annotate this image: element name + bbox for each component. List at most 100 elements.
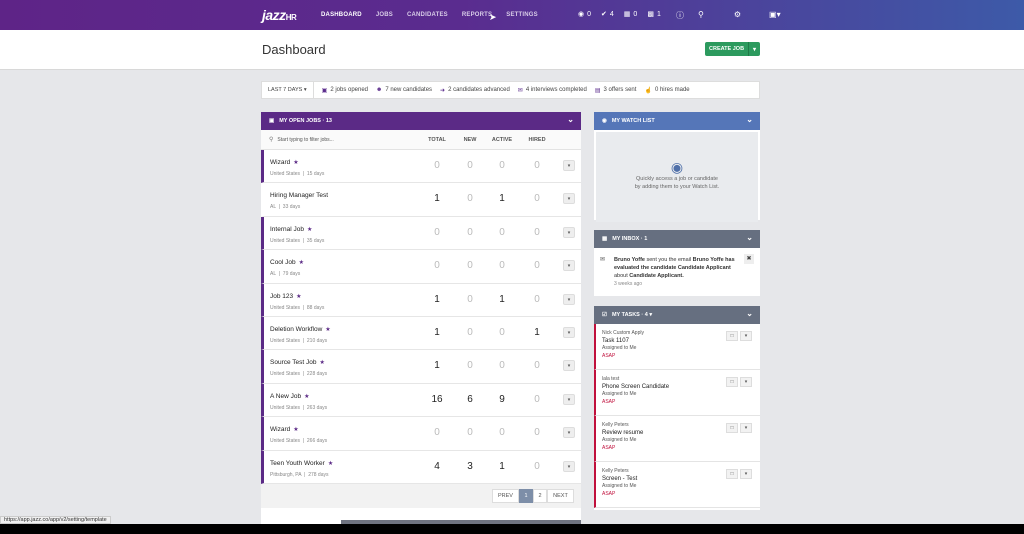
gear-icon[interactable]: ⚙ bbox=[734, 10, 741, 21]
job-count-active[interactable]: 0 bbox=[487, 427, 517, 438]
job-count-new[interactable]: 0 bbox=[455, 160, 485, 171]
job-count-total[interactable]: 0 bbox=[422, 227, 452, 238]
job-count-hired[interactable]: 0 bbox=[522, 360, 552, 371]
tasks-header[interactable]: ☑ MY TASKS · 4 ▾ ⌄ bbox=[594, 306, 760, 324]
job-actions-dropdown[interactable]: ▾ bbox=[563, 326, 575, 338]
job-actions-dropdown[interactable]: ▾ bbox=[563, 460, 575, 472]
checks-counter[interactable]: ✔ 4 bbox=[601, 10, 614, 19]
job-title[interactable]: Teen Youth Worker ★ bbox=[270, 460, 333, 467]
job-count-hired[interactable]: 0 bbox=[522, 160, 552, 171]
task-menu-dropdown[interactable]: ▾ bbox=[740, 377, 752, 387]
job-count-hired[interactable]: 0 bbox=[522, 193, 552, 204]
nav-candidates[interactable]: CANDIDATES bbox=[407, 12, 448, 18]
chevron-down-icon[interactable]: ⌄ bbox=[567, 115, 574, 124]
job-count-new[interactable]: 0 bbox=[455, 427, 485, 438]
job-actions-dropdown[interactable]: ▾ bbox=[563, 360, 575, 372]
page-1-button[interactable]: 1 bbox=[519, 488, 533, 503]
job-count-hired[interactable]: 1 bbox=[522, 327, 552, 338]
job-row[interactable]: Hiring Manager Test AL | 33 days 1 0 1 0 ▾ bbox=[261, 183, 581, 217]
task-menu-dropdown[interactable]: ▾ bbox=[740, 423, 752, 433]
col-hired[interactable]: HIRED bbox=[522, 137, 552, 143]
close-icon[interactable]: ✖ bbox=[744, 254, 754, 264]
job-actions-dropdown[interactable]: ▾ bbox=[563, 393, 575, 405]
task-item[interactable]: Kelly Peters Review resume Assigned to Me A… bbox=[594, 416, 760, 462]
job-row[interactable]: Deletion Workflow ★ United States | 210 da… bbox=[261, 316, 581, 351]
job-count-total[interactable]: 1 bbox=[422, 327, 452, 338]
job-actions-dropdown[interactable]: ▾ bbox=[563, 226, 575, 238]
job-title[interactable]: A New Job ★ bbox=[270, 393, 309, 400]
page-2-button[interactable]: 2 bbox=[533, 488, 547, 503]
job-row[interactable]: A New Job ★ United States | 263 days 16 6 9 0 ▾ bbox=[261, 383, 581, 418]
jazzhr-logo[interactable]: jazzHR bbox=[262, 7, 297, 23]
job-row[interactable]: Internal Job ★ United States | 35 days 0 0 0 0… bbox=[261, 216, 581, 251]
job-row[interactable]: Cool Job ★ AL | 79 days 0 0 0 0 ▾ bbox=[261, 250, 581, 284]
job-count-total[interactable]: 1 bbox=[422, 193, 452, 204]
prev-button[interactable]: PREV bbox=[492, 488, 519, 503]
job-count-total[interactable]: 1 bbox=[422, 294, 452, 305]
task-menu-dropdown[interactable]: ▾ bbox=[740, 469, 752, 479]
job-count-active[interactable]: 0 bbox=[487, 160, 517, 171]
task-menu-dropdown[interactable]: ▾ bbox=[740, 331, 752, 341]
period-dropdown[interactable]: LAST 7 DAYS ▾ bbox=[262, 82, 314, 98]
job-actions-dropdown[interactable]: ▾ bbox=[563, 293, 575, 305]
job-count-new[interactable]: 3 bbox=[455, 461, 485, 472]
job-row[interactable]: Wizard ★ United States | 266 days 0 0 0 0 ▾ bbox=[261, 417, 581, 451]
job-row[interactable]: Job 123 ★ United States | 88 days 1 0 1 0 ▾ bbox=[261, 283, 581, 317]
next-button[interactable]: NEXT bbox=[547, 488, 574, 503]
job-actions-dropdown[interactable]: ▾ bbox=[563, 427, 575, 439]
job-actions-dropdown[interactable]: ▾ bbox=[563, 193, 575, 205]
chevron-down-icon[interactable]: ▾ bbox=[748, 42, 760, 56]
task-complete-checkbox[interactable]: □ bbox=[726, 423, 738, 433]
task-complete-checkbox[interactable]: □ bbox=[726, 377, 738, 387]
job-count-active[interactable]: 1 bbox=[487, 193, 517, 204]
nav-reports[interactable]: REPORTS bbox=[462, 12, 492, 18]
star-icon[interactable]: ★ bbox=[325, 327, 330, 333]
search-icon[interactable]: ⚲ bbox=[698, 10, 704, 21]
job-count-total[interactable]: 0 bbox=[422, 427, 452, 438]
job-count-new[interactable]: 0 bbox=[455, 193, 485, 204]
account-menu-icon[interactable]: ▣▾ bbox=[769, 10, 781, 21]
task-complete-checkbox[interactable]: □ bbox=[726, 469, 738, 479]
col-new[interactable]: NEW bbox=[455, 137, 485, 143]
star-icon[interactable]: ★ bbox=[307, 227, 312, 233]
views-counter[interactable]: ◉ 0 bbox=[578, 10, 591, 19]
watch-list-header[interactable]: ◉ MY WATCH LIST ⌄ bbox=[594, 112, 760, 130]
nav-settings[interactable]: SETTINGS bbox=[506, 12, 538, 18]
star-icon[interactable]: ★ bbox=[293, 160, 298, 166]
chevron-down-icon[interactable]: ⌄ bbox=[746, 115, 753, 124]
job-count-hired[interactable]: 0 bbox=[522, 227, 552, 238]
job-title[interactable]: Internal Job ★ bbox=[270, 226, 312, 233]
nav-jobs[interactable]: JOBS bbox=[376, 12, 393, 18]
star-icon[interactable]: ★ bbox=[293, 427, 298, 433]
star-icon[interactable]: ★ bbox=[299, 260, 304, 266]
job-title[interactable]: Source Test Job ★ bbox=[270, 359, 325, 366]
job-actions-dropdown[interactable]: ▾ bbox=[563, 160, 575, 171]
job-filter-input[interactable]: Start typing to filter jobs... bbox=[277, 137, 333, 143]
job-count-active[interactable]: 0 bbox=[487, 360, 517, 371]
chevron-down-icon[interactable]: ⌄ bbox=[746, 233, 753, 242]
job-count-new[interactable]: 0 bbox=[455, 360, 485, 371]
job-count-active[interactable]: 0 bbox=[487, 260, 517, 271]
job-row[interactable]: Source Test Job ★ United States | 228 days… bbox=[261, 350, 581, 384]
create-job-button[interactable]: CREATE JOB ▾ bbox=[705, 42, 760, 56]
job-row[interactable]: Wizard ★ United States | 15 days 0 0 0 0 ▾ bbox=[261, 150, 581, 184]
task-complete-checkbox[interactable]: □ bbox=[726, 331, 738, 341]
job-title[interactable]: Deletion Workflow ★ bbox=[270, 326, 331, 333]
col-total[interactable]: TOTAL bbox=[422, 137, 452, 143]
job-count-new[interactable]: 0 bbox=[455, 294, 485, 305]
star-icon[interactable]: ★ bbox=[304, 394, 309, 400]
job-count-active[interactable]: 1 bbox=[487, 294, 517, 305]
job-count-total[interactable]: 4 bbox=[422, 461, 452, 472]
job-count-hired[interactable]: 0 bbox=[522, 427, 552, 438]
job-count-hired[interactable]: 0 bbox=[522, 461, 552, 472]
job-count-active[interactable]: 1 bbox=[487, 461, 517, 472]
job-title[interactable]: Job 123 ★ bbox=[270, 293, 302, 300]
task-item[interactable]: Kelly Peters Screen - Test Assigned to Me A… bbox=[594, 462, 760, 508]
job-count-hired[interactable]: 0 bbox=[522, 260, 552, 271]
task-item[interactable]: lala test Phone Screen Candidate Assigned … bbox=[594, 370, 760, 416]
col-active[interactable]: ACTIVE bbox=[487, 137, 517, 143]
job-count-active[interactable]: 0 bbox=[487, 327, 517, 338]
calendar-counter[interactable]: ▦ 0 bbox=[624, 10, 638, 19]
job-count-new[interactable]: 0 bbox=[455, 227, 485, 238]
job-title[interactable]: Cool Job ★ bbox=[270, 259, 304, 266]
